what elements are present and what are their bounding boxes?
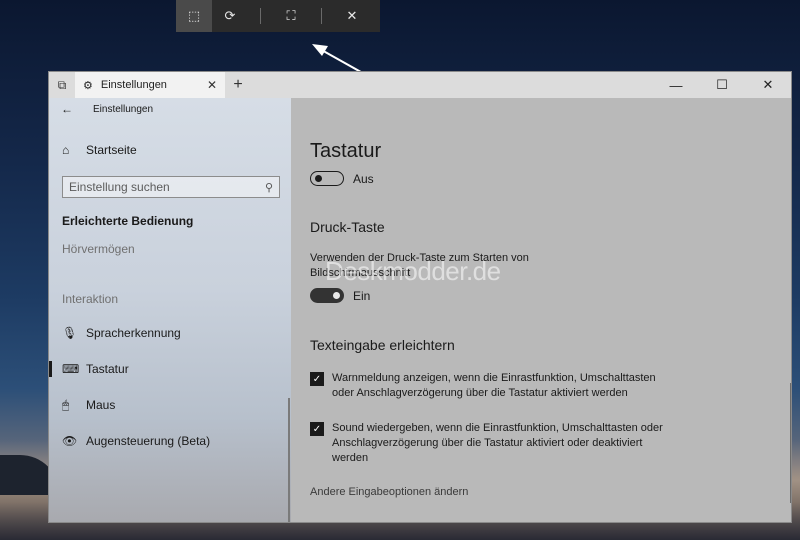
checkbox-label: Warnmeldung anzeigen, wenn die Einrastfu… [332,372,656,399]
sidebar-item-maus[interactable]: 🖱 Maus [49,391,291,419]
sidebar-item-spracherkennung[interactable]: 🎙 Spracherkennung [49,319,291,347]
eye-control-icon: 👁 [62,434,78,448]
home-label: Startseite [86,143,137,157]
back-label: Einstellungen [93,103,154,115]
sidebar-scrollbar[interactable] [288,398,290,522]
tabs-overview-button[interactable]: ⧉ [49,72,75,98]
minimize-button[interactable]: — [653,72,699,98]
druck-taste-heading: Druck-Taste [310,219,385,235]
section-title: Erleichterte Bedienung [62,214,194,228]
home-icon: ⌂ [62,143,70,157]
watermark-logo: Deskmodder.de [325,256,501,286]
back-arrow-icon[interactable]: ← [61,102,73,116]
sidebar-item-augensteuerung[interactable]: 👁 Augensteuerung (Beta) [49,427,291,455]
window-controls: — ☐ ✕ [653,72,791,98]
content-pane: Tastatur Aus Druck-Taste Verwenden der D… [291,98,791,522]
sidebar-item-label: Spracherkennung [86,326,181,340]
back-row: ← Einstellungen [49,98,291,120]
freeform-snip-button[interactable]: ⟳ [212,0,248,32]
other-input-options-link[interactable]: Andere Eingabeoptionen ändern [310,486,468,498]
fullscreen-snip-icon: ⛶ [286,8,296,23]
toggle-knob [315,175,322,182]
content-scrollbar[interactable] [790,383,791,503]
title-bar: ⧉ ⚙ Einstellungen ✕ + — ☐ ✕ [49,72,791,98]
rectangle-snip-button[interactable]: ⬚ [176,0,212,32]
window-close-button[interactable]: ✕ [745,72,791,98]
tastatur-toggle[interactable] [310,171,344,186]
druck-taste-toggle-label: Ein [353,289,371,303]
maximize-button[interactable]: ☐ [699,72,745,98]
page-title: Tastatur [310,140,382,162]
sound-checkbox[interactable]: ✓ [310,422,324,436]
search-input[interactable]: Einstellung suchen ⚲ [62,176,280,198]
search-placeholder: Einstellung suchen [69,180,170,194]
checkbox-label: Sound wiedergeben, wenn die Einrastfunkt… [332,422,663,464]
sound-checkbox-row: ✓ Sound wiedergeben, wenn die Einrastfun… [310,421,670,466]
toolbar-separator [260,8,261,24]
sidebar-item-label: Maus [86,398,116,412]
freeform-snip-icon: ⟳ [224,8,236,23]
tabs-icon: ⧉ [57,77,67,92]
sidebar-item-home[interactable]: ⌂ Startseite [62,143,137,157]
keyboard-icon: ⌨ [62,362,80,376]
mouse-icon: 🖱 [62,397,70,412]
tab-einstellungen[interactable]: ⚙ Einstellungen ✕ [75,72,225,98]
snip-close-button[interactable]: ✕ [334,0,370,32]
microphone-icon: 🎙 [62,326,78,340]
rectangle-snip-icon: ⬚ [187,8,201,23]
sidebar-item-tastatur[interactable]: ⌨ Tastatur [49,355,291,383]
tab-title: Einstellungen [100,79,167,91]
close-icon: ✕ [346,8,358,23]
toggle-knob [333,292,340,299]
sidebar-item-label: Augensteuerung (Beta) [86,434,211,448]
texteingabe-heading: Texteingabe erleichtern [310,337,455,353]
tab-close-button[interactable]: ✕ [207,78,217,92]
settings-window: ⧉ ⚙ Einstellungen ✕ + — ☐ ✕ ← Einstellun… [48,71,792,523]
fullscreen-snip-button[interactable]: ⛶ [273,0,309,32]
tastatur-toggle-label: Aus [353,172,374,186]
new-tab-button[interactable]: + [225,72,251,98]
toolbar-separator [321,8,322,24]
sidebar: ← Einstellungen ⌂ Startseite Einstellung… [49,98,291,522]
snip-toolbar: ⬚ ⟳ ⛶ ✕ [176,0,380,32]
gear-icon: ⚙ [83,79,93,92]
sidebar-item-label: Tastatur [86,362,129,376]
druck-taste-toggle[interactable] [310,288,344,303]
sidebar-group-interaktion: Interaktion [62,292,119,306]
sidebar-item-hoervermoegen[interactable]: Hörvermögen [62,242,135,256]
warnmeldung-checkbox-row: ✓ Warnmeldung anzeigen, wenn die Einrast… [310,371,670,401]
search-icon[interactable]: ⚲ [265,181,273,194]
warnmeldung-checkbox[interactable]: ✓ [310,372,324,386]
